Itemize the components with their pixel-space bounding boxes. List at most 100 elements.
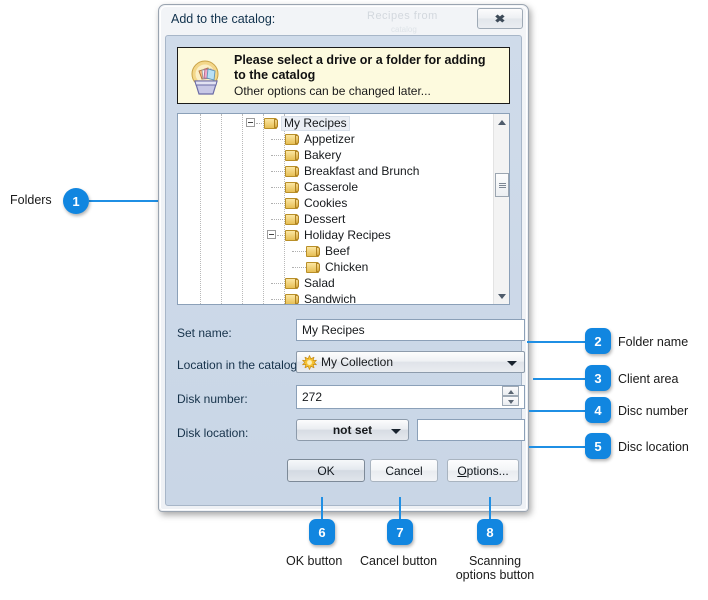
tree-items-container: My RecipesAppetizerBakeryBreakfast and B…	[178, 115, 493, 305]
callout-3-badge: 3	[585, 365, 611, 391]
dialog-button-row: OK Cancel Options...	[166, 459, 521, 487]
disk-number-input[interactable]: 272	[296, 385, 525, 409]
tree-item-label: Sandwich	[304, 291, 356, 305]
banner-heading-line1: Please select a drive or a folder for ad…	[234, 53, 506, 68]
callout-6-line	[321, 497, 323, 521]
tree-connector	[271, 187, 285, 188]
tree-item-label: Chicken	[325, 259, 368, 275]
options-button-rest: ptions...	[467, 464, 509, 478]
callout-4-badge: 4	[585, 397, 611, 423]
dialog-title: Add to the catalog:	[171, 12, 275, 26]
scroll-up-arrow-icon[interactable]	[494, 114, 510, 130]
tree-connector	[271, 155, 285, 156]
folder-icon	[285, 277, 300, 290]
folders-treeview[interactable]: My RecipesAppetizerBakeryBreakfast and B…	[177, 113, 510, 305]
tree-item-label: Casserole	[304, 179, 358, 195]
scroll-thumb[interactable]	[495, 173, 509, 197]
tree-item-label: Appetizer	[304, 131, 355, 147]
callout-7-label: Cancel button	[360, 554, 437, 568]
folder-icon	[285, 229, 300, 242]
location-combobox[interactable]: My Collection	[296, 351, 525, 373]
close-button[interactable]: ✖	[477, 8, 523, 29]
dialog-body-panel: Please select a drive or a folder for ad…	[165, 35, 522, 506]
set-name-input[interactable]: My Recipes	[296, 319, 525, 341]
tree-item[interactable]: Salad	[178, 275, 493, 291]
tree-item[interactable]: My Recipes	[178, 115, 493, 131]
tree-connector	[256, 123, 264, 124]
disk-number-stepper[interactable]	[502, 386, 519, 406]
tree-expander-minus-icon[interactable]	[267, 230, 276, 239]
options-button-mnemonic: O	[457, 464, 466, 478]
folder-icon	[285, 181, 300, 194]
close-icon: ✖	[495, 13, 506, 24]
tree-connector	[271, 219, 285, 220]
disk-number-row: Disk number: 272	[166, 385, 521, 419]
cancel-button[interactable]: Cancel	[370, 459, 438, 482]
scroll-down-arrow-icon[interactable]	[494, 288, 510, 304]
info-banner: Please select a drive or a folder for ad…	[177, 47, 510, 104]
stepper-down-icon[interactable]	[502, 396, 519, 406]
tree-expander-minus-icon[interactable]	[246, 118, 255, 127]
form-area: Set name: My Recipes Location in the cat…	[166, 319, 521, 451]
tree-item-label: Holiday Recipes	[304, 227, 391, 243]
callout-2-line	[527, 341, 589, 343]
location-label: Location in the catalog:	[177, 358, 300, 372]
tree-item-label: Salad	[304, 275, 335, 291]
tree-item[interactable]: Casserole	[178, 179, 493, 195]
tree-item[interactable]: Cookies	[178, 195, 493, 211]
callout-4-label: Disc number	[618, 404, 688, 418]
banner-heading-line2: to the catalog	[234, 68, 506, 83]
folder-icon	[306, 261, 321, 274]
callout-3-label: Client area	[618, 372, 678, 386]
folder-icon	[285, 293, 300, 306]
treeview-scrollbar[interactable]	[493, 114, 509, 304]
tree-item-label: Bakery	[304, 147, 341, 163]
tree-connector	[271, 171, 285, 172]
banner-subtext: Other options can be changed later...	[234, 84, 506, 98]
starburst-collection-icon	[302, 355, 317, 370]
ok-button[interactable]: OK	[287, 459, 365, 482]
callout-7-line	[399, 497, 401, 521]
disk-location-row: Disk location: not set	[166, 419, 521, 451]
tree-item-label: Beef	[325, 243, 350, 259]
location-combobox-value: My Collection	[321, 355, 393, 369]
callout-7-badge: 7	[387, 519, 413, 545]
tree-connector	[271, 283, 285, 284]
disk-location-combobox-value: not set	[333, 423, 372, 437]
folder-icon	[285, 165, 300, 178]
dialog-titlebar: Add to the catalog: Recipes from catalog…	[159, 5, 528, 35]
tree-item[interactable]: Breakfast and Brunch	[178, 163, 493, 179]
options-button[interactable]: Options...	[447, 459, 519, 482]
location-row: Location in the catalog: My Collection	[166, 351, 521, 385]
callout-5-badge: 5	[585, 433, 611, 459]
tree-item[interactable]: Appetizer	[178, 131, 493, 147]
callout-8-line	[489, 497, 491, 521]
tree-item-label: My Recipes	[281, 116, 350, 131]
tree-item[interactable]: Dessert	[178, 211, 493, 227]
tree-item[interactable]: Sandwich	[178, 291, 493, 305]
tree-item[interactable]: Chicken	[178, 259, 493, 275]
banner-text-block: Please select a drive or a folder for ad…	[234, 53, 506, 98]
tree-item[interactable]: Bakery	[178, 147, 493, 163]
disk-location-combobox[interactable]: not set	[296, 419, 409, 441]
tree-connector	[277, 235, 285, 236]
tree-connector	[292, 267, 306, 268]
chevron-down-icon	[507, 361, 517, 366]
disk-location-input[interactable]	[417, 419, 525, 441]
callout-1-badge: 1	[63, 188, 89, 214]
tree-item[interactable]: Holiday Recipes	[178, 227, 493, 243]
callout-6-label: OK button	[286, 554, 342, 568]
callout-4-line	[529, 410, 589, 412]
callout-2-badge: 2	[585, 328, 611, 354]
set-name-row: Set name: My Recipes	[166, 319, 521, 351]
tree-item-label: Breakfast and Brunch	[304, 163, 419, 179]
callout-2-label: Folder name	[618, 335, 688, 349]
callout-8-label: Scanning options button	[449, 554, 541, 582]
tree-item[interactable]: Beef	[178, 243, 493, 259]
callout-5-line	[529, 446, 589, 448]
stepper-up-icon[interactable]	[502, 386, 519, 396]
tree-connector	[271, 299, 285, 300]
disk-location-label: Disk location:	[177, 426, 248, 440]
ghost-title-text: Recipes from	[367, 10, 438, 22]
add-to-catalog-dialog: Add to the catalog: Recipes from catalog…	[158, 4, 529, 512]
